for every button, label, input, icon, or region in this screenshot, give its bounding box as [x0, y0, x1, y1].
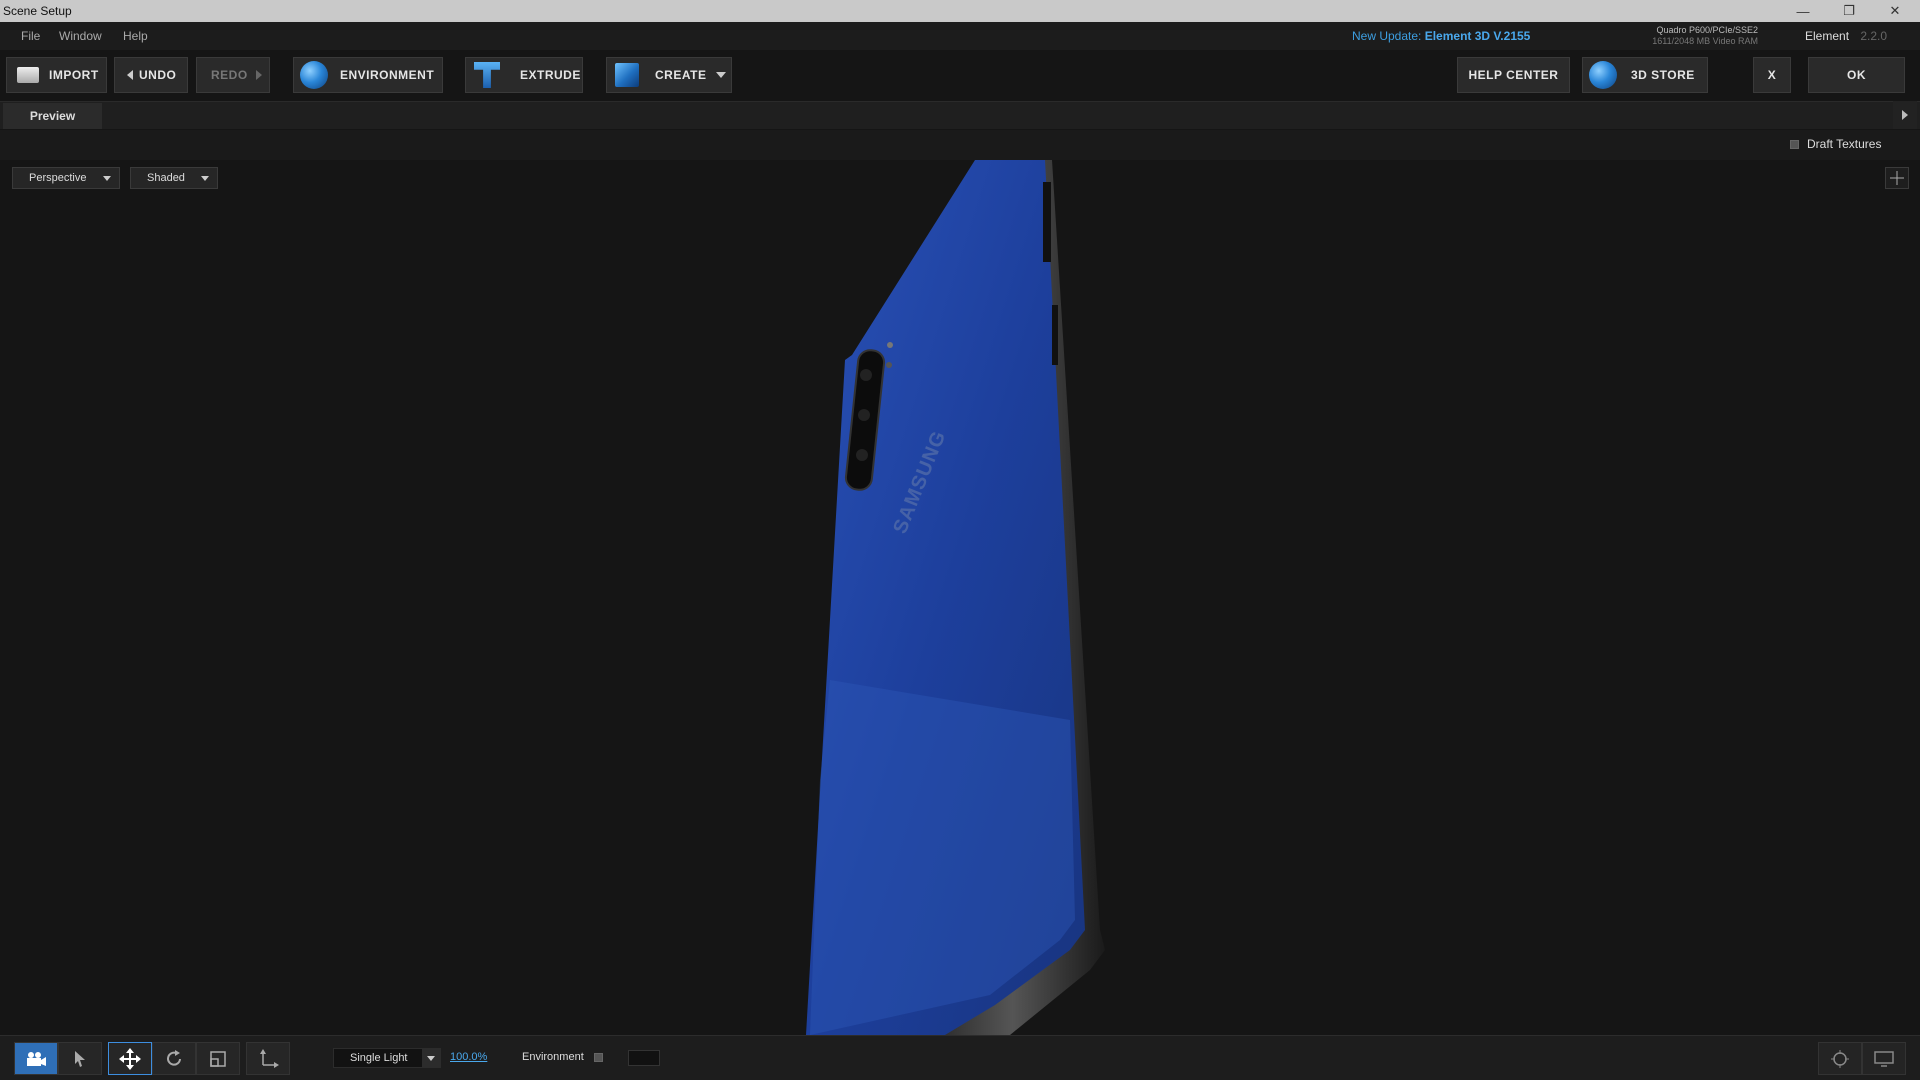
restore-icon[interactable]: ❐ — [1826, 0, 1872, 22]
camera-view-value: Perspective — [29, 172, 87, 184]
extrude-button[interactable]: EXTRUDE — [465, 57, 583, 93]
update-product[interactable]: Element 3D V.2155 — [1425, 29, 1531, 43]
ok-label: OK — [1847, 68, 1866, 82]
maximize-viewport-button[interactable] — [1885, 167, 1909, 189]
render-settings-button[interactable] — [1818, 1042, 1862, 1075]
display-options-button[interactable] — [1862, 1042, 1906, 1075]
chevron-down-icon — [716, 72, 727, 78]
product-label: Element 2.2.0 — [1805, 29, 1887, 43]
shading-mode-value: Shaded — [147, 172, 185, 184]
import-button[interactable]: IMPORT — [6, 57, 107, 93]
update-prefix: New Update: — [1352, 29, 1422, 43]
store-globe-icon — [1589, 61, 1617, 89]
select-tool-button[interactable] — [58, 1042, 102, 1075]
folder-icon — [17, 67, 39, 83]
scale-icon — [210, 1050, 226, 1067]
environment-checkbox[interactable] — [593, 1052, 603, 1062]
chevron-right-icon — [1902, 110, 1908, 120]
options-row: Draft Textures — [0, 130, 1920, 160]
redo-label: REDO — [211, 68, 248, 82]
axis-icon — [260, 1048, 279, 1068]
minimize-icon[interactable]: — — [1780, 0, 1826, 22]
phone-model-render: SAMSUNG — [806, 160, 1105, 1035]
pointer-icon — [75, 1050, 85, 1067]
undo-button[interactable]: UNDO — [114, 57, 188, 93]
environment-label: ENVIRONMENT — [340, 68, 435, 82]
bottom-toolbar: Single Light 100.0% Environment — [0, 1035, 1920, 1080]
draft-textures-checkbox[interactable] — [1790, 139, 1799, 149]
menu-window[interactable]: Window — [59, 29, 102, 43]
lighting-value: Single Light — [350, 1052, 408, 1064]
lighting-dropdown-toggle[interactable] — [422, 1049, 440, 1067]
monitor-icon — [1874, 1050, 1894, 1067]
close-window-icon[interactable]: ✕ — [1872, 0, 1918, 22]
menu-file[interactable]: File — [21, 29, 40, 43]
product-name: Element — [1805, 29, 1850, 43]
scale-tool-button[interactable] — [196, 1042, 240, 1075]
axis-tool-button[interactable] — [246, 1042, 290, 1075]
menu-bar: File Window Help New Update: Element 3D … — [0, 22, 1920, 50]
undo-arrow-icon — [127, 70, 133, 80]
window-title: Scene Setup — [3, 4, 72, 18]
gpu-info: Quadro P600/PCIe/SSE2 1611/2048 MB Video… — [1640, 25, 1758, 47]
panel-toggle-button[interactable] — [1893, 101, 1917, 129]
environment-toggle-label: Environment — [522, 1051, 584, 1063]
update-notice[interactable]: New Update: Element 3D V.2155 — [1352, 29, 1530, 43]
redo-button[interactable]: REDO — [196, 57, 270, 93]
environment-toggle[interactable]: Environment — [522, 1051, 603, 1063]
chevron-down-icon — [201, 176, 209, 181]
gpu-vram: 1611/2048 MB Video RAM — [1652, 36, 1758, 46]
lighting-percent-field[interactable]: 100.0% — [450, 1051, 487, 1063]
help-center-label: HELP CENTER — [1468, 68, 1559, 82]
undo-label: UNDO — [139, 68, 177, 82]
title-bar: Scene Setup — ❐ ✕ — [0, 0, 1920, 22]
camera-tool-button[interactable] — [14, 1042, 58, 1075]
camera-view-dropdown[interactable]: Perspective — [12, 167, 120, 189]
product-version: 2.2.0 — [1860, 29, 1888, 43]
tab-preview[interactable]: Preview — [3, 103, 102, 129]
target-icon — [1831, 1049, 1849, 1068]
ok-button[interactable]: OK — [1808, 57, 1905, 93]
rotate-icon — [167, 1049, 181, 1066]
globe-icon — [300, 61, 328, 89]
create-button[interactable]: CREATE — [606, 57, 732, 93]
redo-arrow-icon — [255, 70, 262, 80]
move-icon — [119, 1047, 141, 1070]
extrude-label: EXTRUDE — [520, 68, 581, 82]
extrude-icon — [474, 62, 500, 88]
import-label: IMPORT — [49, 68, 99, 82]
move-tool-button[interactable] — [108, 1042, 152, 1075]
shading-mode-dropdown[interactable]: Shaded — [130, 167, 218, 189]
tab-strip: Preview — [0, 101, 1920, 129]
lighting-dropdown[interactable]: Single Light — [333, 1048, 441, 1068]
rotate-tool-button[interactable] — [152, 1042, 196, 1075]
create-label: CREATE — [655, 68, 707, 82]
cube-icon — [615, 63, 639, 87]
chevron-down-icon — [427, 1055, 435, 1061]
help-center-button[interactable]: HELP CENTER — [1457, 57, 1570, 93]
menu-help[interactable]: Help — [123, 29, 148, 43]
store-label: 3D STORE — [1631, 68, 1695, 82]
gpu-name: Quadro P600/PCIe/SSE2 — [1656, 25, 1758, 35]
environment-color-swatch[interactable] — [628, 1050, 660, 1066]
cancel-button[interactable]: X — [1753, 57, 1791, 93]
cancel-label: X — [1767, 68, 1777, 82]
camera-icon — [27, 1051, 46, 1066]
chevron-down-icon — [103, 176, 111, 181]
draft-textures-toggle[interactable]: Draft Textures — [1790, 137, 1881, 151]
3d-viewport[interactable]: SAMSUNG Perspective Shaded — [0, 160, 1920, 1035]
crosshair-icon — [1890, 171, 1904, 185]
draft-textures-label: Draft Textures — [1807, 137, 1882, 151]
environment-button[interactable]: ENVIRONMENT — [293, 57, 443, 93]
3d-store-button[interactable]: 3D STORE — [1582, 57, 1708, 93]
